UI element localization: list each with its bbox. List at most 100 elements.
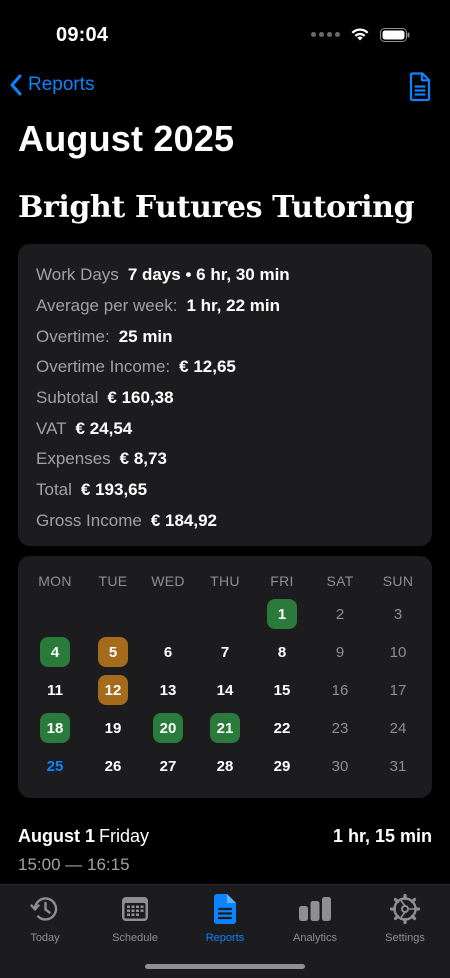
calendar-day-16[interactable]: 16 bbox=[325, 675, 355, 705]
summary-row-overtime: Overtime: 25 min bbox=[36, 321, 414, 352]
document-icon bbox=[409, 72, 431, 102]
weekday-label-sun: SUN bbox=[382, 573, 414, 589]
weekday-label-fri: FRI bbox=[270, 573, 294, 589]
summary-value: € 193,65 bbox=[80, 480, 148, 500]
calendar-day-4[interactable]: 4 bbox=[40, 637, 70, 667]
tab-today[interactable]: Today bbox=[0, 893, 90, 944]
tab-settings[interactable]: Settings bbox=[360, 893, 450, 944]
calendar-weekday-header: MON TUE WED THU FRI SAT SUN bbox=[18, 573, 432, 593]
calendar-day-10[interactable]: 10 bbox=[383, 637, 413, 667]
calendar-day-6[interactable]: 6 bbox=[153, 637, 183, 667]
summary-card: Work Days 7 days • 6 hr, 30 min Average p… bbox=[18, 244, 432, 546]
summary-value: € 184,92 bbox=[150, 510, 217, 530]
entry-date: August 1 bbox=[18, 826, 96, 846]
client-name: Bright Futures Tutoring bbox=[18, 190, 415, 225]
calendar-day-27[interactable]: 27 bbox=[153, 751, 183, 781]
summary-value: € 8,73 bbox=[119, 449, 167, 469]
calendar-day-21[interactable]: 21 bbox=[210, 713, 240, 743]
entry-day-name: Friday bbox=[99, 826, 150, 846]
calendar-day-30[interactable]: 30 bbox=[325, 751, 355, 781]
summary-label: Average per week: bbox=[36, 296, 178, 316]
tab-label: Today bbox=[30, 932, 60, 944]
summary-row-subtotal: Subtotal € 160,38 bbox=[36, 383, 414, 414]
tab-label: Analytics bbox=[292, 932, 338, 944]
calendar-day-1[interactable]: 1 bbox=[267, 599, 297, 629]
summary-label: Work Days bbox=[36, 265, 119, 285]
summary-label: Total bbox=[36, 480, 72, 500]
calendar-day-11[interactable]: 11 bbox=[40, 675, 70, 705]
page-title: August 2025 bbox=[18, 118, 235, 159]
calendar-day-25[interactable]: 25 bbox=[40, 751, 70, 781]
status-icons bbox=[311, 27, 410, 42]
summary-value: € 12,65 bbox=[179, 357, 236, 377]
document-icon bbox=[214, 894, 236, 924]
summary-label: VAT bbox=[36, 418, 67, 438]
calendar-day-26[interactable]: 26 bbox=[98, 751, 128, 781]
summary-row-total: Total € 193,65 bbox=[36, 475, 414, 506]
calendar-day-20[interactable]: 20 bbox=[153, 713, 183, 743]
tab-analytics[interactable]: Analytics bbox=[270, 893, 360, 944]
navigation-bar: Reports bbox=[0, 70, 450, 110]
calendar-day-23[interactable]: 23 bbox=[325, 713, 355, 743]
calendar-day-15[interactable]: 15 bbox=[267, 675, 297, 705]
tab-label: Reports bbox=[205, 932, 245, 944]
gear-icon bbox=[389, 893, 421, 925]
tab-schedule[interactable]: Schedule bbox=[90, 893, 180, 944]
weekday-label-wed: WED bbox=[151, 573, 185, 589]
tab-label: Schedule bbox=[112, 932, 158, 944]
tab-reports[interactable]: Reports bbox=[180, 893, 270, 944]
calendar-day-12[interactable]: 12 bbox=[98, 675, 128, 705]
summary-value: 1 hr, 22 min bbox=[186, 296, 280, 316]
calendar-day-2[interactable]: 2 bbox=[325, 599, 355, 629]
calendar-day-22[interactable]: 22 bbox=[267, 713, 297, 743]
summary-label: Expenses bbox=[36, 449, 111, 469]
calendar-day-19[interactable]: 19 bbox=[98, 713, 128, 743]
summary-value: 7 days • 6 hr, 30 min bbox=[127, 265, 290, 285]
bar-chart-icon bbox=[299, 897, 331, 921]
summary-row-average-per-week: Average per week: 1 hr, 22 min bbox=[36, 291, 414, 322]
status-bar: 09:04 bbox=[0, 0, 450, 60]
calendar-day-29[interactable]: 29 bbox=[267, 751, 297, 781]
summary-label: Gross Income bbox=[36, 510, 142, 530]
weekday-label-mon: MON bbox=[38, 573, 72, 589]
tab-label: Settings bbox=[385, 932, 425, 944]
summary-row-work-days: Work Days 7 days • 6 hr, 30 min bbox=[36, 260, 414, 291]
summary-label: Overtime: bbox=[36, 326, 110, 346]
weekday-label-tue: TUE bbox=[98, 573, 128, 589]
calendar-day-28[interactable]: 28 bbox=[210, 751, 240, 781]
summary-row-vat: VAT € 24,54 bbox=[36, 413, 414, 444]
calendar-day-13[interactable]: 13 bbox=[153, 675, 183, 705]
cellular-signal-icon bbox=[311, 32, 340, 37]
weekday-label-thu: THU bbox=[210, 573, 240, 589]
summary-label: Subtotal bbox=[36, 388, 99, 408]
back-button[interactable]: Reports bbox=[8, 74, 95, 96]
summary-value: € 24,54 bbox=[75, 418, 133, 438]
calendar-day-5[interactable]: 5 bbox=[98, 637, 128, 667]
calendar-day-31[interactable]: 31 bbox=[383, 751, 413, 781]
calendar-day-7[interactable]: 7 bbox=[210, 637, 240, 667]
summary-value: € 160,38 bbox=[107, 388, 174, 408]
back-button-label: Reports bbox=[28, 74, 95, 95]
entry-duration: 1 hr, 15 min bbox=[332, 826, 432, 846]
summary-row-overtime-income: Overtime Income: € 12,65 bbox=[36, 352, 414, 383]
month-calendar: MON TUE WED THU FRI SAT SUN 1 2 3 4 5 6 7 8 9 10 11 12 13 1… bbox=[18, 556, 432, 798]
clock-history-icon bbox=[30, 897, 58, 921]
wifi-icon bbox=[351, 28, 369, 41]
calendar-day-3[interactable]: 3 bbox=[383, 599, 413, 629]
home-indicator bbox=[145, 964, 305, 969]
calendar-day-14[interactable]: 14 bbox=[210, 675, 240, 705]
export-document-button[interactable] bbox=[408, 72, 432, 107]
calendar-day-8[interactable]: 8 bbox=[267, 637, 297, 667]
summary-row-expenses: Expenses € 8,73 bbox=[36, 444, 414, 475]
calendar-day-17[interactable]: 17 bbox=[383, 675, 413, 705]
entry-time-range: 15:00 — 16:15 bbox=[18, 855, 130, 874]
work-entry[interactable]: August 1 Friday 1 hr, 15 min 15:00 — 16:1… bbox=[18, 826, 432, 875]
chevron-left-icon bbox=[10, 74, 22, 96]
calendar-day-24[interactable]: 24 bbox=[383, 713, 413, 743]
calendar-day-18[interactable]: 18 bbox=[40, 713, 70, 743]
summary-value: 25 min bbox=[118, 326, 173, 346]
battery-icon bbox=[380, 27, 410, 42]
calendar-day-9[interactable]: 9 bbox=[325, 637, 355, 667]
status-time: 09:04 bbox=[56, 24, 109, 46]
summary-label: Overtime Income: bbox=[36, 357, 171, 377]
